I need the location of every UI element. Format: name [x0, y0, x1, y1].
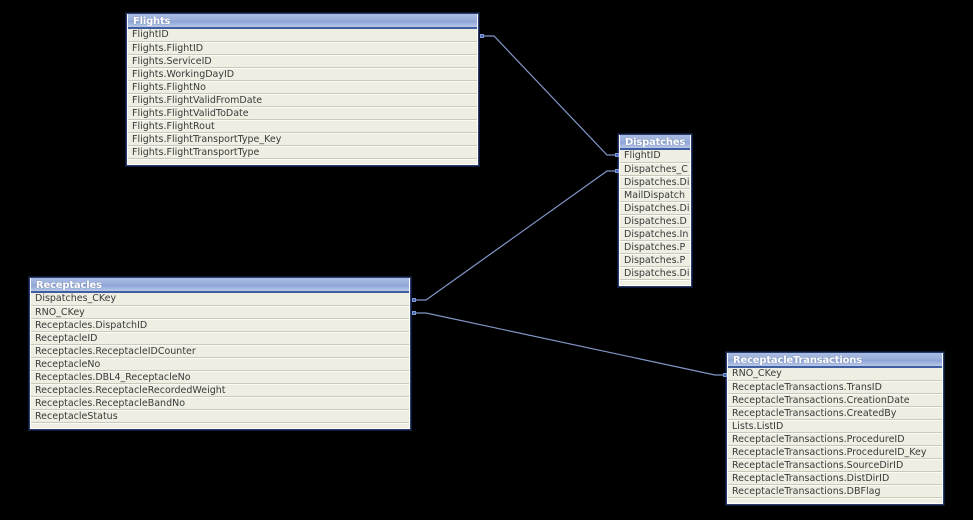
entity-footer — [728, 498, 942, 503]
diagram-canvas: Flights FlightID Flights.FlightID Flights.S… — [0, 0, 973, 520]
entity-field[interactable]: ReceptacleID — [31, 332, 409, 345]
entity-field[interactable]: ReceptacleTransactions.DBFlag — [728, 485, 942, 498]
entity-field-list: FlightID Dispatches_C Dispatches.Di MailDis… — [620, 150, 690, 280]
entity-field[interactable]: Lists.ListID — [728, 420, 942, 433]
entity-field[interactable]: Dispatches.D — [620, 215, 690, 228]
entity-frame: Dispatches FlightID Dispatches_C Dispatches… — [619, 135, 691, 286]
entity-field[interactable]: MailDispatch — [620, 189, 690, 202]
entity-title-receptacles[interactable]: Receptacles — [31, 278, 409, 293]
entity-field[interactable]: Receptacles.ReceptacleBandNo — [31, 397, 409, 410]
entity-field-list: RNO_CKey ReceptacleTransactions.TransID Re… — [728, 368, 942, 498]
entity-receptacletransactions[interactable]: ReceptacleTransactions RNO_CKey Receptacle… — [726, 352, 944, 505]
entity-field[interactable]: Flights.ServiceID — [128, 55, 477, 68]
entity-field[interactable]: ReceptacleNo — [31, 358, 409, 371]
entity-field[interactable]: Receptacles.DispatchID — [31, 319, 409, 332]
entity-footer — [620, 280, 690, 285]
entity-field[interactable]: ReceptacleStatus — [31, 410, 409, 423]
entity-field[interactable]: Flights.FlightID — [128, 42, 477, 55]
entity-field[interactable]: Flights.FlightRout — [128, 120, 477, 133]
anchor-receptacles-dispatchesckey-out[interactable] — [412, 298, 416, 302]
entity-field-list: FlightID Flights.FlightID Flights.ServiceI… — [128, 29, 477, 159]
entity-title-flights[interactable]: Flights — [128, 14, 477, 29]
entity-field[interactable]: ReceptacleTransactions.DistDirID — [728, 472, 942, 485]
entity-field[interactable]: ReceptacleTransactions.SourceDirID — [728, 459, 942, 472]
entity-field[interactable]: Receptacles.ReceptacleIDCounter — [31, 345, 409, 358]
entity-field-list: Dispatches_CKey RNO_CKey Receptacles.Dispa… — [31, 293, 409, 423]
entity-field[interactable]: Dispatches.Di — [620, 176, 690, 189]
entity-field[interactable]: Receptacles.ReceptacleRecordedWeight — [31, 384, 409, 397]
entity-field[interactable]: Flights.FlightTransportType — [128, 146, 477, 159]
entity-field[interactable]: RNO_CKey — [31, 306, 409, 319]
entity-field[interactable]: Receptacles.DBL4_ReceptacleNo — [31, 371, 409, 384]
relationship-receptacles-receptacletransactions[interactable] — [414, 312, 726, 376]
entity-field[interactable]: Dispatches.Di — [620, 202, 690, 215]
anchor-receptacles-rnockey-out[interactable] — [412, 311, 416, 315]
entity-field[interactable]: Flights.FlightTransportType_Key — [128, 133, 477, 146]
entity-field[interactable]: ReceptacleTransactions.CreatedBy — [728, 407, 942, 420]
anchor-flights-flightid-out[interactable] — [480, 34, 484, 38]
relationship-receptacles-dispatches[interactable] — [414, 170, 618, 301]
entity-field[interactable]: FlightID — [620, 150, 690, 163]
entity-receptacles[interactable]: Receptacles Dispatches_CKey RNO_CKey Recept… — [29, 277, 411, 430]
relationship-flights-dispatches[interactable] — [482, 35, 618, 156]
entity-frame: ReceptacleTransactions RNO_CKey Receptacle… — [727, 353, 943, 504]
entity-title-dispatches[interactable]: Dispatches — [620, 135, 690, 150]
entity-frame: Receptacles Dispatches_CKey RNO_CKey Recept… — [30, 278, 410, 429]
entity-field[interactable]: Flights.FlightNo — [128, 81, 477, 94]
entity-field[interactable]: Dispatches_CKey — [31, 293, 409, 306]
entity-footer — [128, 159, 477, 164]
anchor-dispatches-dispatchesc-in[interactable] — [615, 169, 619, 173]
entity-field[interactable]: Flights.WorkingDayID — [128, 68, 477, 81]
anchor-dispatches-flightid-in[interactable] — [615, 153, 619, 157]
entity-field[interactable]: Dispatches.Di — [620, 267, 690, 280]
entity-field[interactable]: ReceptacleTransactions.CreationDate — [728, 394, 942, 407]
entity-field[interactable]: Dispatches.P — [620, 254, 690, 267]
entity-field[interactable]: FlightID — [128, 29, 477, 42]
anchor-receptacletransactions-rnockey-in[interactable] — [723, 373, 727, 377]
entity-footer — [31, 423, 409, 428]
entity-title-receptacletransactions[interactable]: ReceptacleTransactions — [728, 353, 942, 368]
entity-field[interactable]: Dispatches_C — [620, 163, 690, 176]
entity-field[interactable]: RNO_CKey — [728, 368, 942, 381]
entity-field[interactable]: ReceptacleTransactions.ProcedureID — [728, 433, 942, 446]
entity-field[interactable]: ReceptacleTransactions.TransID — [728, 381, 942, 394]
entity-field[interactable]: Flights.FlightValidFromDate — [128, 94, 477, 107]
entity-field[interactable]: Flights.FlightValidToDate — [128, 107, 477, 120]
entity-frame: Flights FlightID Flights.FlightID Flights.S… — [127, 14, 478, 165]
entity-dispatches[interactable]: Dispatches FlightID Dispatches_C Dispatches… — [618, 134, 692, 287]
entity-field[interactable]: Dispatches.P — [620, 241, 690, 254]
entity-flights[interactable]: Flights FlightID Flights.FlightID Flights.S… — [126, 13, 479, 166]
entity-field[interactable]: ReceptacleTransactions.ProcedureID_Key — [728, 446, 942, 459]
entity-field[interactable]: Dispatches.In — [620, 228, 690, 241]
